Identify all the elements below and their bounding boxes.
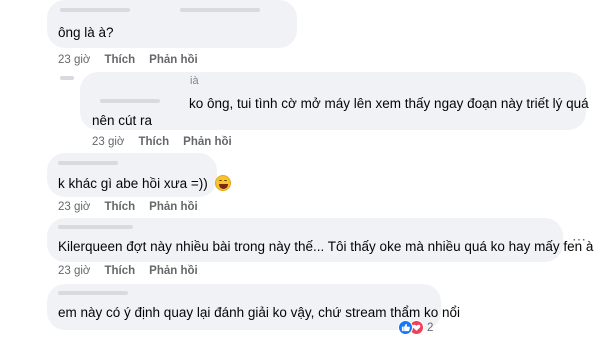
comment-actions: 23 giờ Thích Phản hồi xyxy=(58,54,198,66)
redacted-author-name xyxy=(58,225,133,229)
redacted-author-name xyxy=(60,8,130,12)
comment-text: Kilerqueen đợt này nhiều bài trong này t… xyxy=(58,239,594,254)
grinning-face-emoji-icon xyxy=(214,175,231,191)
reply-button[interactable]: Phản hồi xyxy=(149,201,198,213)
like-icon xyxy=(398,320,413,335)
like-button[interactable]: Thích xyxy=(104,54,135,66)
comment-actions: 23 giờ Thích Phản hồi xyxy=(92,136,232,148)
like-button[interactable]: Thích xyxy=(138,136,169,148)
comment-actions: 23 giờ Thích Phản hồi xyxy=(58,201,198,213)
reaction-count: 2 xyxy=(427,321,434,334)
redacted-author-name xyxy=(58,161,118,165)
like-button[interactable]: Thích xyxy=(104,201,135,213)
reply-button[interactable]: Phản hồi xyxy=(149,265,198,277)
reaction-summary[interactable]: 2 xyxy=(398,320,433,335)
more-options-icon[interactable]: ⋯ xyxy=(572,231,586,248)
comment-timestamp[interactable]: 23 giờ xyxy=(58,201,90,213)
comment-text-line: ko ông, tui tình cờ mở máy lên xem thấy … xyxy=(189,96,589,111)
comment-text-content: k khác gì abe hồi xưa =)) xyxy=(58,176,208,191)
redacted-author-name xyxy=(58,291,128,295)
comment-timestamp[interactable]: 23 giờ xyxy=(58,54,90,66)
comment-author[interactable]: ià xyxy=(190,75,199,87)
like-button[interactable]: Thích xyxy=(104,265,135,277)
reply-button[interactable]: Phản hồi xyxy=(149,54,198,66)
comment-actions: 23 giờ Thích Phản hồi xyxy=(58,265,198,277)
comment-text: ông là à? xyxy=(58,25,114,40)
redacted-avatar-fragment xyxy=(60,76,74,80)
reply-button[interactable]: Phản hồi xyxy=(183,136,232,148)
comment-text-line: nên cút ra xyxy=(92,113,153,128)
redacted-author-name xyxy=(180,8,260,12)
comment-text: k khác gì abe hồi xưa =)) xyxy=(58,175,231,193)
redacted-author-name xyxy=(100,99,160,103)
comment-timestamp[interactable]: 23 giờ xyxy=(58,265,90,277)
comment-timestamp[interactable]: 23 giờ xyxy=(92,136,124,148)
